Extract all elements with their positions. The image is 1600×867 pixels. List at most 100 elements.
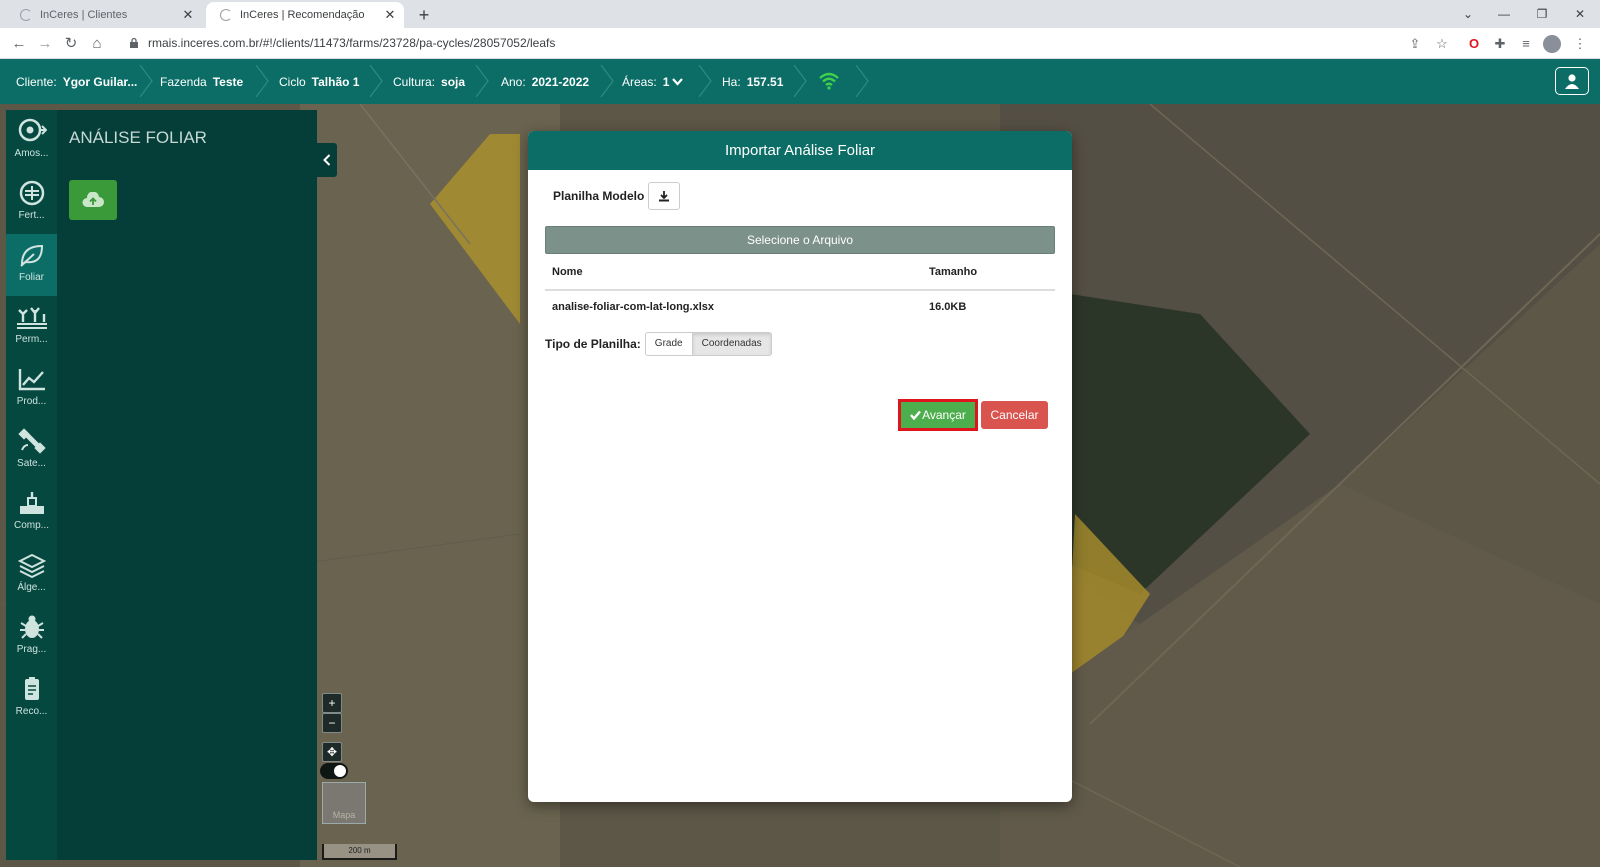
extensions-puzzle-icon[interactable]: ✚ xyxy=(1490,34,1510,54)
loading-favicon-icon xyxy=(20,9,32,21)
crumb-fazenda[interactable]: Fazenda Teste xyxy=(160,59,243,104)
zoom-in-button[interactable]: + xyxy=(322,693,342,713)
browser-tab-clientes[interactable]: InCeres | Clientes ✕ xyxy=(6,2,202,28)
share-icon[interactable]: ⇪ xyxy=(1405,34,1425,54)
wifi-icon xyxy=(819,72,839,90)
advance-label: Avançar xyxy=(922,408,966,422)
crumb-ha[interactable]: Ha: 157.51 xyxy=(722,59,783,104)
upload-button[interactable] xyxy=(69,180,117,220)
browser-tab-recomendacao[interactable]: InCeres | Recomendação ✕ xyxy=(206,2,404,28)
opera-extension-icon[interactable]: O xyxy=(1464,34,1484,54)
crumb-cultura[interactable]: Cultura: soja xyxy=(393,59,465,104)
bookmark-star-icon[interactable]: ☆ xyxy=(1432,34,1452,54)
rail-item-recomendacao[interactable]: Reco... xyxy=(6,668,57,730)
forward-icon[interactable]: → xyxy=(34,33,56,55)
layer-toggle[interactable] xyxy=(320,763,348,779)
cancel-button[interactable]: Cancelar xyxy=(981,401,1048,429)
crumb-value: Talhão 1 xyxy=(311,74,360,89)
pan-move-icon[interactable]: ✥ xyxy=(322,742,342,762)
tab-title: InCeres | Clientes xyxy=(40,9,128,21)
minimize-button[interactable]: — xyxy=(1486,4,1522,24)
zoom-out-button[interactable]: − xyxy=(322,713,342,733)
fertility-icon xyxy=(19,180,44,206)
rail-item-foliar[interactable]: Foliar xyxy=(6,234,57,296)
tab-title: InCeres | Recomendação xyxy=(240,9,365,21)
rail-item-label: Álge... xyxy=(17,582,46,593)
user-menu-button[interactable] xyxy=(1555,67,1589,95)
address-bar[interactable]: rmais.inceres.com.br/#!/clients/11473/fa… xyxy=(118,31,1401,55)
column-header-nome: Nome xyxy=(545,255,922,291)
module-rail: Amos... Fert... Foliar Perm... Prod... S… xyxy=(6,110,57,860)
profile-avatar[interactable] xyxy=(1543,35,1561,53)
rail-item-permanentes[interactable]: Perm... xyxy=(6,296,57,358)
spreadsheet-type-toggle: Grade Coordenadas xyxy=(644,332,772,356)
restore-button[interactable]: ❐ xyxy=(1524,4,1560,24)
rail-item-label: Fert... xyxy=(18,210,45,221)
rail-item-label: Amos... xyxy=(14,148,49,159)
chevron-separator-icon xyxy=(255,65,269,97)
minimap-label: Mapa xyxy=(332,810,356,820)
rail-item-label: Sate... xyxy=(17,458,46,469)
template-row: Planilha Modelo xyxy=(553,182,681,210)
crumb-ano[interactable]: Ano: 2021-2022 xyxy=(501,59,589,104)
rail-item-label: Perm... xyxy=(15,334,48,345)
rail-item-label: Foliar xyxy=(18,272,44,283)
rail-item-compactacao[interactable]: Comp... xyxy=(6,482,57,544)
download-icon xyxy=(659,191,670,202)
lock-icon xyxy=(130,37,138,48)
crumb-areas[interactable]: Áreas: 1 xyxy=(622,59,684,104)
table-row: analise-foliar-com-lat-long.xlsx 16.0KB xyxy=(545,290,1055,322)
crumb-value: 157.51 xyxy=(746,74,784,89)
chart-line-icon xyxy=(18,369,45,391)
url-text: rmais.inceres.com.br/#!/clients/11473/fa… xyxy=(148,36,556,50)
table-header-row: Nome Tamanho xyxy=(545,255,1055,291)
advance-button[interactable]: Avançar xyxy=(901,402,975,428)
plants-icon xyxy=(16,307,47,329)
new-tab-button[interactable]: + xyxy=(412,4,436,26)
file-table: Nome Tamanho analise-foliar-com-lat-long… xyxy=(545,255,1055,322)
rail-item-label: Reco... xyxy=(15,706,48,717)
app-header: Cliente: Ygor Guilar... Fazenda Teste Ci… xyxy=(0,59,1600,104)
window-close-button[interactable]: ✕ xyxy=(1562,4,1598,24)
crumb-value: Teste xyxy=(212,74,244,89)
rail-item-algebra[interactable]: Álge... xyxy=(6,544,57,606)
media-queue-icon[interactable]: ≡ xyxy=(1516,34,1536,54)
crumb-ciclo[interactable]: Ciclo Talhão 1 xyxy=(279,59,359,104)
rail-item-label: Comp... xyxy=(13,520,49,531)
rail-item-satelite[interactable]: Sate... xyxy=(6,420,57,482)
close-icon[interactable]: ✕ xyxy=(380,7,400,23)
chevron-separator-icon xyxy=(369,65,383,97)
collapse-panel-button[interactable] xyxy=(317,143,337,177)
spreadsheet-type-row: Tipo de Planilha: Grade Coordenadas xyxy=(545,332,772,356)
type-option-coordenadas[interactable]: Coordenadas xyxy=(692,332,772,356)
user-icon xyxy=(1565,74,1579,89)
spreadsheet-type-label: Tipo de Planilha: xyxy=(545,337,641,351)
close-icon[interactable]: ✕ xyxy=(178,7,198,23)
back-icon[interactable]: ← xyxy=(8,33,30,55)
crumb-value: 1 xyxy=(662,74,670,89)
rail-item-label: Prod... xyxy=(16,396,47,407)
crumb-cliente[interactable]: Cliente: Ygor Guilar... xyxy=(16,59,137,104)
type-option-grade[interactable]: Grade xyxy=(644,332,693,356)
rail-item-pragas[interactable]: Prag... xyxy=(6,606,57,668)
crumb-label: Áreas: xyxy=(622,74,657,89)
crumb-value: Ygor Guilar... xyxy=(62,74,138,89)
chevron-separator-icon xyxy=(600,65,614,97)
import-dialog: Importar Análise Foliar Planilha Modelo … xyxy=(528,131,1072,802)
browser-toolbar: ← → ↻ ⌂ rmais.inceres.com.br/#!/clients/… xyxy=(0,28,1600,59)
kebab-menu-icon[interactable]: ⋮ xyxy=(1570,34,1590,54)
chevron-separator-icon xyxy=(139,65,153,97)
chevron-separator-icon xyxy=(475,65,489,97)
minimap-button[interactable]: Mapa xyxy=(322,782,366,824)
select-file-button[interactable]: Selecione o Arquivo xyxy=(545,226,1055,254)
tab-search-icon[interactable]: ⌄ xyxy=(1450,4,1486,24)
crumb-value: soja xyxy=(441,74,466,89)
browser-tab-bar: InCeres | Clientes ✕ InCeres | Recomenda… xyxy=(0,0,1600,28)
rail-item-amostragem[interactable]: Amos... xyxy=(6,110,57,172)
reload-icon[interactable]: ↻ xyxy=(60,33,82,55)
rail-item-fertilidade[interactable]: Fert... xyxy=(6,172,57,234)
home-icon[interactable]: ⌂ xyxy=(86,33,108,55)
rail-item-produtividade[interactable]: Prod... xyxy=(6,358,57,420)
download-template-button[interactable] xyxy=(648,182,681,210)
crumb-label: Cliente: xyxy=(16,74,57,89)
